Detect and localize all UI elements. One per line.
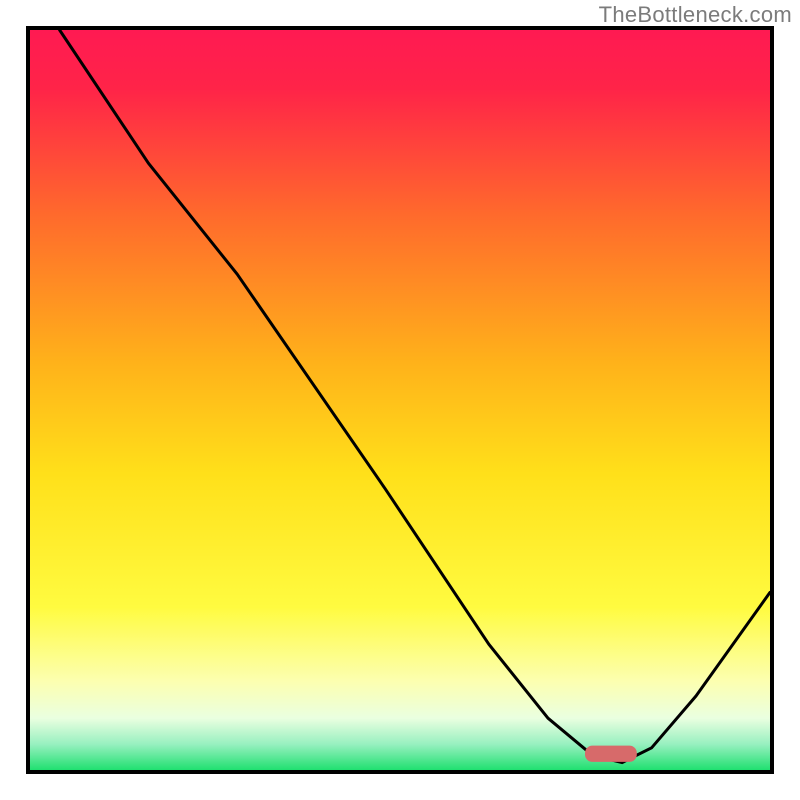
watermark-text: TheBottleneck.com [599, 2, 792, 28]
gradient-background [30, 30, 770, 770]
chart-container: { "watermark": "TheBottleneck.com", "cha… [0, 0, 800, 800]
bottleneck-chart [0, 0, 800, 800]
optimal-range-marker [585, 746, 637, 762]
